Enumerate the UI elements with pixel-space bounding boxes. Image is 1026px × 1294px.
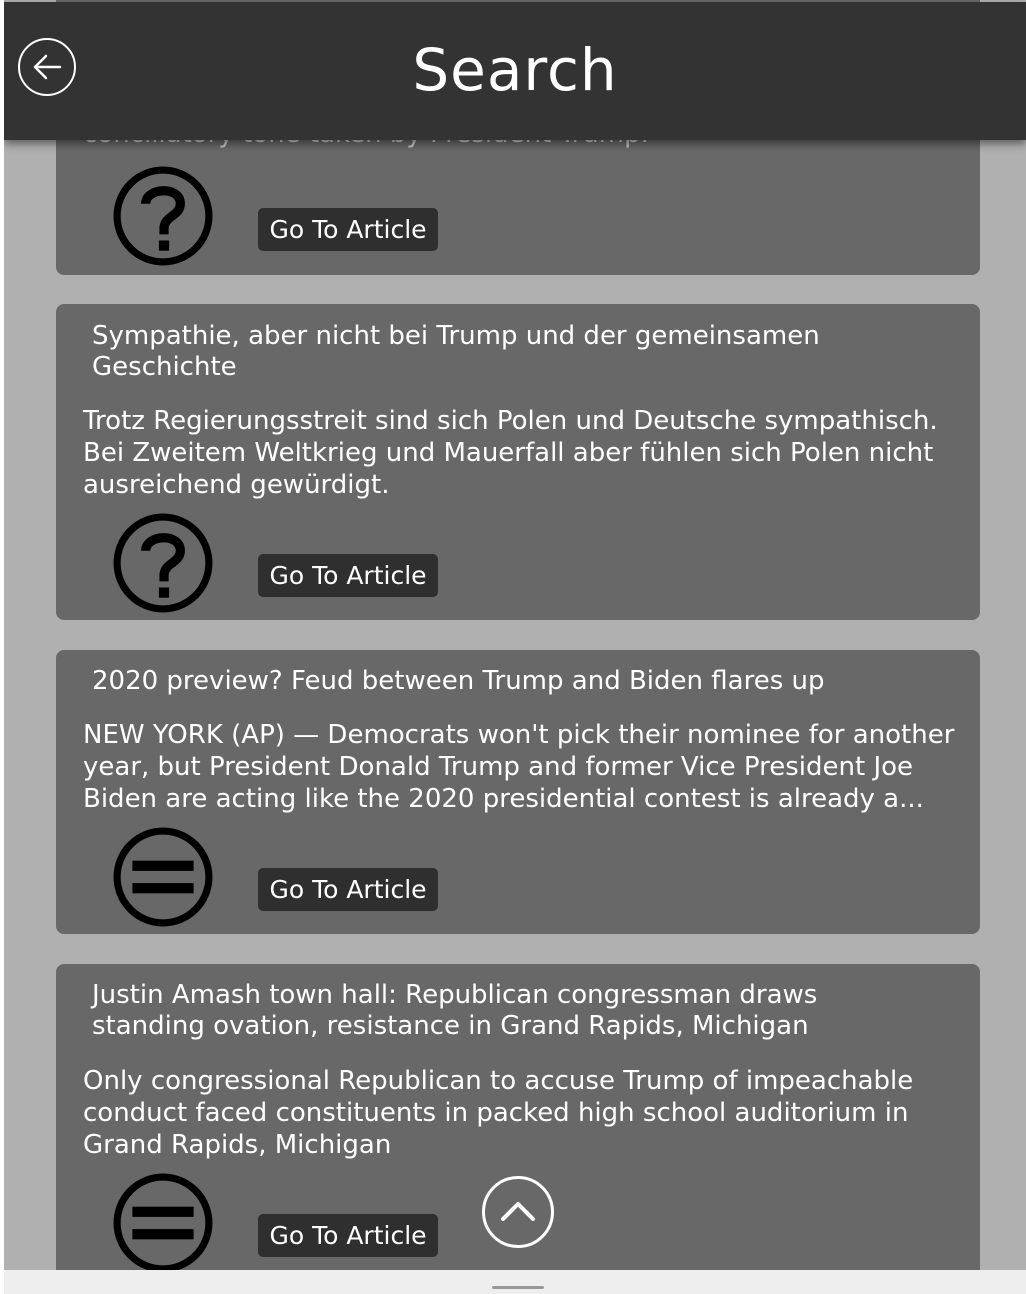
page-title: Search (412, 36, 618, 104)
question-mark-icon (113, 166, 213, 266)
go-to-article-button[interactable]: Go To Article (258, 1214, 438, 1257)
article-card: Sympathie, aber nicht bei Trump und der … (56, 304, 980, 620)
equals-neutral-icon (113, 827, 213, 927)
article-description: NEW YORK (AP) — Democrats won't pick the… (83, 720, 955, 814)
chevron-up-icon (501, 1202, 535, 1221)
scroll-to-top-button[interactable] (482, 1176, 554, 1248)
system-navigation-bar (4, 1270, 1026, 1294)
go-to-article-button[interactable]: Go To Article (258, 208, 438, 251)
home-indicator[interactable] (492, 1286, 544, 1289)
article-title: Sympathie, aber nicht bei Trump und der … (92, 321, 820, 382)
question-mark-icon (113, 513, 213, 613)
article-card: 2020 preview? Feud between Trump and Bid… (56, 650, 980, 934)
article-title: 2020 preview? Feud between Trump and Bid… (92, 666, 825, 696)
article-title: Justin Amash town hall: Republican congr… (92, 980, 818, 1041)
app-screen: conciliatory tone taken by President Tru… (4, 0, 1026, 1294)
article-description: Trotz Regierungsstreit sind sich Polen u… (83, 406, 938, 500)
go-to-article-button[interactable]: Go To Article (258, 868, 438, 911)
article-description: Only congressional Republican to accuse … (83, 1066, 914, 1160)
app-header: Search (4, 2, 1026, 140)
go-to-article-button[interactable]: Go To Article (258, 554, 438, 597)
equals-neutral-icon (113, 1173, 213, 1273)
